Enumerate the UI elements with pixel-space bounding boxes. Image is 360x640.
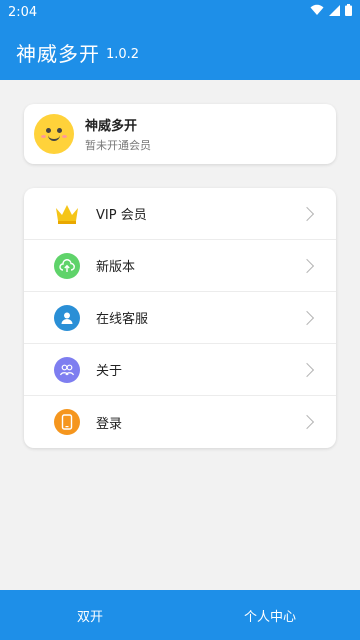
chevron-right-icon (299, 362, 315, 378)
profile-text: 神威多开 暂未开通会员 (85, 115, 151, 153)
smiley-face-icon (34, 114, 74, 154)
bottom-nav-bar: 双开 个人中心 (0, 590, 360, 640)
status-icons (310, 4, 352, 20)
app-version: 1.0.2 (106, 46, 140, 62)
chevron-right-icon (299, 206, 315, 222)
battery-icon (345, 4, 352, 20)
menu-item-new-version[interactable]: 新版本 (24, 240, 336, 292)
tab-personal-center[interactable]: 个人中心 (180, 590, 360, 640)
menu-label-vip: VIP 会员 (96, 208, 147, 223)
crown-icon (54, 201, 80, 227)
chevron-right-icon (299, 258, 315, 274)
chevron-right-icon (299, 414, 315, 430)
menu-label-new-version: 新版本 (96, 260, 136, 275)
status-time: 2:04 (8, 4, 38, 20)
profile-name: 神威多开 (85, 119, 138, 134)
menu-card: VIP 会员 新版本 在线客服 关于 登录 (24, 188, 336, 448)
menu-label-login: 登录 (96, 416, 123, 432)
app-title: 神威多开 (16, 41, 100, 66)
menu-item-customer-service[interactable]: 在线客服 (24, 292, 336, 344)
menu-label-customer-service: 在线客服 (96, 312, 149, 327)
menu-item-about[interactable]: 关于 (24, 344, 336, 396)
menu-item-vip[interactable]: VIP 会员 (24, 188, 336, 240)
cloud-upload-icon (54, 252, 80, 279)
status-bar: 2:04 (0, 0, 360, 24)
signal-icon (329, 4, 340, 20)
menu-item-login[interactable]: 登录 (24, 396, 336, 448)
membership-status: 暂未开通会员 (85, 139, 151, 152)
tab-dual-open[interactable]: 双开 (0, 590, 180, 640)
app-bar: 神威多开 1.0.2 (0, 24, 360, 80)
phone-login-icon (54, 409, 80, 435)
about-people-icon (54, 356, 80, 383)
chevron-right-icon (299, 310, 315, 326)
profile-card[interactable]: 神威多开 暂未开通会员 (24, 104, 336, 164)
user-service-icon (54, 304, 80, 331)
menu-label-about: 关于 (96, 364, 123, 379)
wifi-icon (310, 4, 324, 20)
